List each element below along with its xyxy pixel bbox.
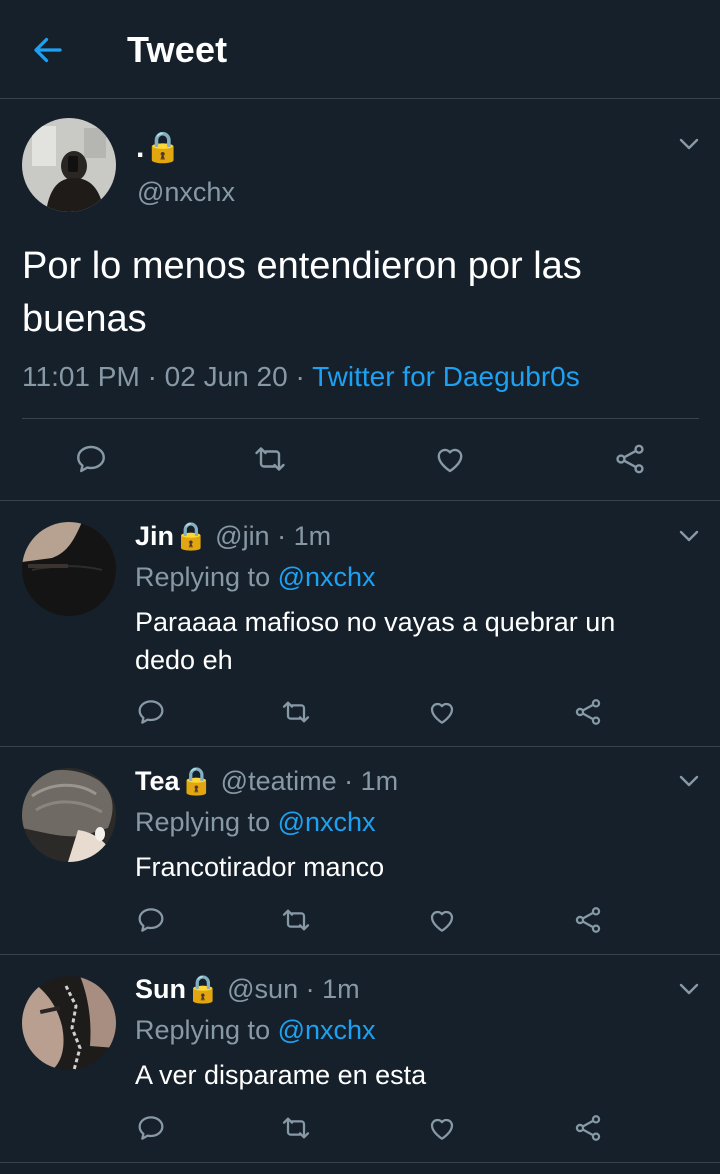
chevron-down-icon[interactable]: [677, 132, 701, 156]
reply-text-line: A ver disparame en esta: [135, 1060, 427, 1090]
retweet-icon[interactable]: [252, 441, 288, 477]
reply-handle[interactable]: @jin: [215, 521, 269, 551]
avatar[interactable]: [22, 118, 116, 212]
reply-icon[interactable]: [73, 441, 109, 477]
tweet-date: 02 Jun 20: [164, 361, 288, 392]
reply-icon[interactable]: [135, 904, 167, 936]
handle[interactable]: @nxchx: [137, 177, 235, 208]
replying-to-label: Replying to: [135, 562, 271, 592]
retweet-icon[interactable]: [280, 696, 312, 728]
share-icon[interactable]: [572, 904, 604, 936]
reply-age: · 1m: [277, 521, 332, 551]
tweet-text: Por lo menos entendieron por las buenas: [22, 240, 582, 346]
reply-divider: [0, 746, 720, 747]
display-name[interactable]: .🔒: [136, 130, 182, 165]
reply-text-line: dedo eh: [135, 645, 233, 675]
like-icon[interactable]: [426, 696, 458, 728]
like-icon[interactable]: [432, 441, 468, 477]
reply-handle[interactable]: @teatime: [221, 766, 337, 796]
tweet-source-link[interactable]: Twitter for Daegubr0s: [312, 361, 580, 392]
tweet-divider: [0, 500, 720, 501]
reply-text: Francotirador manco: [135, 848, 384, 886]
replying-to: Replying to @nxchx: [135, 1015, 376, 1046]
lock-icon: 🔒: [186, 974, 220, 1004]
lock-icon: 🔒: [174, 521, 208, 551]
avatar[interactable]: [22, 768, 116, 862]
avatar[interactable]: [22, 976, 116, 1070]
reply-icon[interactable]: [135, 1112, 167, 1144]
header-divider: [0, 98, 720, 99]
reply-display-name[interactable]: Jin: [135, 521, 174, 551]
reply-display-name[interactable]: Sun: [135, 974, 186, 1004]
reply-header: Tea🔒 @teatime · 1m: [135, 765, 398, 797]
replying-to-handle[interactable]: @nxchx: [278, 807, 376, 837]
tweet-text-line: Por lo menos entendieron por las: [22, 245, 582, 287]
avatar[interactable]: [22, 522, 116, 616]
chevron-down-icon[interactable]: [677, 524, 701, 548]
chevron-down-icon[interactable]: [677, 769, 701, 793]
reply-text: A ver disparame en esta: [135, 1056, 426, 1094]
reply-handle[interactable]: @sun: [227, 974, 298, 1004]
reply-divider: [0, 954, 720, 955]
tweet-meta: 11:01 PM · 02 Jun 20 · Twitter for Daegu…: [22, 361, 580, 393]
reply-icon[interactable]: [135, 696, 167, 728]
like-icon[interactable]: [426, 904, 458, 936]
reply-text: Paraaaa mafioso no vayas a quebrar un de…: [135, 603, 615, 679]
reply-display-name[interactable]: Tea: [135, 766, 180, 796]
replying-to-handle[interactable]: @nxchx: [278, 1015, 376, 1045]
share-icon[interactable]: [572, 696, 604, 728]
replying-to: Replying to @nxchx: [135, 562, 376, 593]
tweet-time: 11:01 PM: [22, 361, 140, 392]
share-icon[interactable]: [572, 1112, 604, 1144]
replying-to-handle[interactable]: @nxchx: [278, 562, 376, 592]
separator: ·: [295, 361, 305, 392]
separator: ·: [147, 361, 157, 392]
tweet-meta-divider: [22, 418, 699, 419]
retweet-icon[interactable]: [280, 1112, 312, 1144]
back-arrow-icon[interactable]: [30, 32, 66, 68]
page-title: Tweet: [127, 29, 228, 70]
replying-to-label: Replying to: [135, 1015, 271, 1045]
tweet-text-line: buenas: [22, 298, 147, 340]
chevron-down-icon[interactable]: [677, 977, 701, 1001]
reply-header: Sun🔒 @sun · 1m: [135, 973, 360, 1005]
replying-to: Replying to @nxchx: [135, 807, 376, 838]
reply-text-line: Francotirador manco: [135, 852, 385, 882]
reply-text-line: Paraaaa mafioso no vayas a quebrar un: [135, 607, 616, 637]
retweet-icon[interactable]: [280, 904, 312, 936]
reply-age: · 1m: [305, 974, 360, 1004]
lock-icon: 🔒: [179, 766, 214, 796]
reply-divider: [0, 1162, 720, 1163]
share-icon[interactable]: [612, 441, 648, 477]
like-icon[interactable]: [426, 1112, 458, 1144]
reply-age: · 1m: [344, 766, 399, 796]
replying-to-label: Replying to: [135, 807, 271, 837]
reply-header: Jin🔒 @jin · 1m: [135, 520, 331, 552]
